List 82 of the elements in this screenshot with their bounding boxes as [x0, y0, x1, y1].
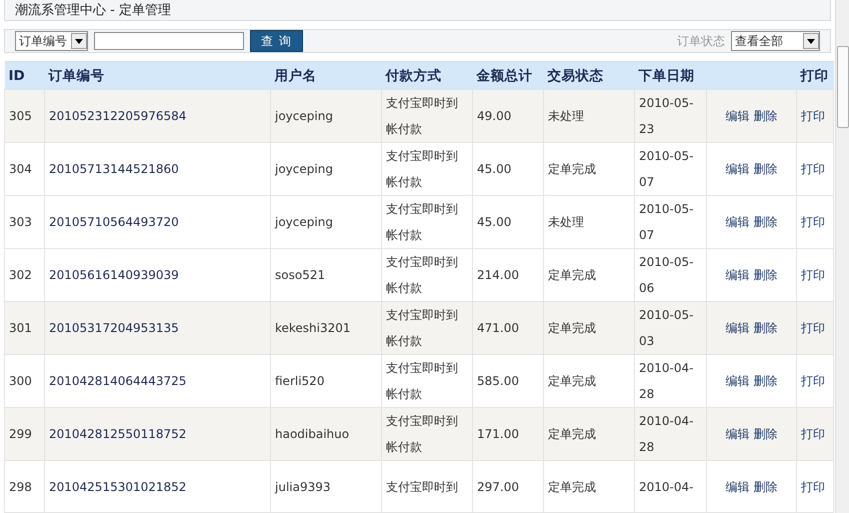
table-cell: 支付宝即时到帐付款: [382, 196, 472, 248]
table-cell: 未处理: [544, 90, 634, 142]
table-cell: 20105713144521860: [44, 142, 270, 196]
edit-link[interactable]: 编辑: [726, 480, 750, 494]
edit-link[interactable]: 编辑: [726, 268, 750, 282]
table-cell: 45.00: [472, 196, 544, 248]
table-cell: 2010-04-: [634, 460, 706, 512]
table-cell: 297.00: [472, 460, 544, 512]
print-link[interactable]: 打印: [801, 268, 825, 282]
table-cell: 2010-05-23: [634, 90, 706, 142]
table-cell: joyceping: [270, 142, 382, 196]
column-header: 用户名: [270, 62, 382, 90]
table-cell: 45.00: [472, 142, 544, 196]
table-cell: 定单完成: [544, 142, 634, 196]
table-cell: 171.00: [472, 408, 544, 460]
delete-link[interactable]: 删除: [753, 162, 778, 176]
table-cell: haodibaihuo: [270, 408, 382, 460]
table-cell: 定单完成: [544, 460, 634, 512]
table-cell: 303: [4, 196, 44, 248]
column-header: 金额总计: [472, 62, 544, 90]
table-cell: 支付宝即时到帐付款: [382, 142, 472, 196]
table-cell: 支付宝即时到帐付款: [382, 302, 472, 354]
print-link[interactable]: 打印: [801, 480, 825, 494]
edit-link[interactable]: 编辑: [726, 109, 750, 123]
table-cell: 20105710564493720: [44, 196, 270, 248]
table-cell: 支付宝即时到: [382, 460, 472, 512]
column-header: 交易状态: [544, 62, 634, 90]
table-cell: 支付宝即时到帐付款: [382, 408, 472, 460]
table-cell: julia9393: [270, 460, 382, 512]
print-link[interactable]: 打印: [801, 162, 825, 176]
edit-link[interactable]: 编辑: [726, 374, 750, 388]
table-cell: 201042812550118752: [44, 408, 270, 460]
table-cell: joyceping: [270, 196, 382, 248]
table-cell: 2010-05-07: [634, 196, 706, 248]
scrollbar-thumb[interactable]: [837, 46, 849, 128]
scrollbar[interactable]: [835, 0, 849, 513]
column-header: ID: [4, 62, 44, 90]
status-label: 订单状态: [677, 32, 725, 50]
table-cell: 299: [4, 408, 44, 460]
print-link[interactable]: 打印: [801, 374, 825, 388]
delete-link[interactable]: 删除: [753, 321, 778, 335]
column-header: 打印: [796, 62, 834, 90]
table-cell: 2010-04-28: [634, 408, 706, 460]
delete-link[interactable]: 删除: [753, 268, 778, 282]
table-cell: 20105317204953135: [44, 302, 270, 354]
print-link[interactable]: 打印: [801, 427, 825, 441]
column-header: 下单日期: [634, 62, 706, 90]
delete-link[interactable]: 删除: [753, 427, 778, 441]
table-cell: 定单完成: [544, 302, 634, 354]
table-cell: 471.00: [472, 302, 544, 354]
table-cell: 201052312205976584: [44, 90, 270, 142]
table-cell: 定单完成: [544, 408, 634, 460]
search-field-select[interactable]: 订单编号: [15, 31, 88, 51]
edit-link[interactable]: 编辑: [726, 427, 750, 441]
table-cell: 2010-05-03: [634, 302, 706, 354]
column-header: 订单编号: [44, 62, 270, 90]
delete-link[interactable]: 删除: [753, 480, 778, 494]
page-title: 潮流系管理中心 - 定单管理: [15, 2, 171, 19]
table-cell: 2010-05-07: [634, 142, 706, 196]
table-cell: kekeshi3201: [270, 302, 382, 354]
table-cell: 201042515301021852: [44, 460, 270, 512]
print-link[interactable]: 打印: [801, 321, 825, 335]
table-cell: 49.00: [472, 90, 544, 142]
edit-link[interactable]: 编辑: [726, 162, 750, 176]
delete-link[interactable]: 删除: [753, 215, 778, 229]
delete-link[interactable]: 删除: [753, 374, 778, 388]
delete-link[interactable]: 删除: [753, 109, 778, 123]
table-cell: 301: [4, 302, 44, 354]
table-cell: 未处理: [544, 196, 634, 248]
table-cell: 298: [4, 460, 44, 512]
print-link[interactable]: 打印: [801, 215, 825, 229]
print-link[interactable]: 打印: [801, 109, 825, 123]
search-input[interactable]: [94, 32, 244, 50]
table-cell: 304: [4, 142, 44, 196]
edit-link[interactable]: 编辑: [726, 215, 750, 229]
table-cell: joyceping: [270, 90, 382, 142]
status-select[interactable]: 查看全部: [731, 31, 820, 51]
edit-link[interactable]: 编辑: [726, 321, 750, 335]
table-cell: 支付宝即时到帐付款: [382, 90, 472, 142]
table-cell: 305: [4, 90, 44, 142]
column-header: 付款方式: [382, 62, 472, 90]
search-button[interactable]: 查 询: [250, 30, 303, 52]
